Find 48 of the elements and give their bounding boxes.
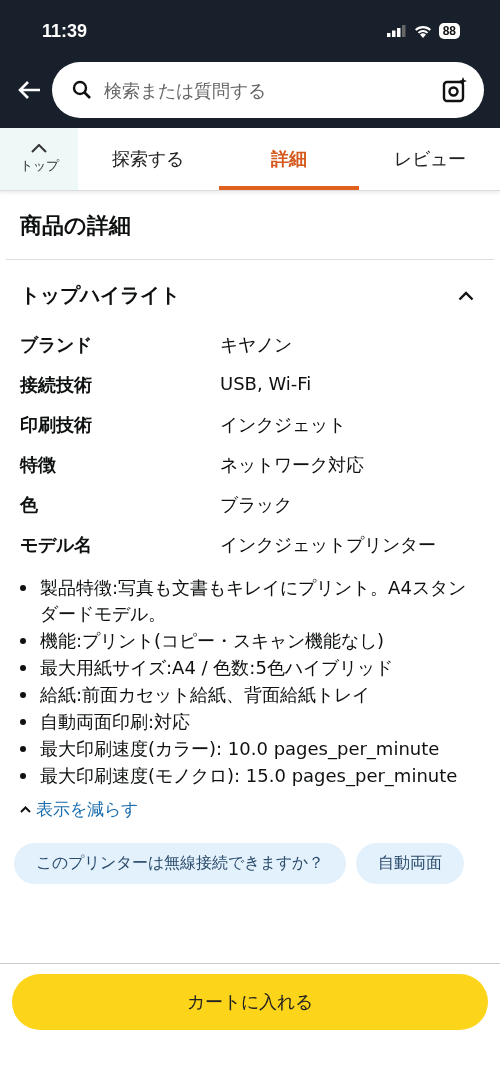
caret-up-icon[interactable] <box>458 290 474 301</box>
show-less-link[interactable]: 表示を減らす <box>20 798 138 821</box>
tab[interactable]: 詳細 <box>218 128 360 190</box>
feature-text: 最大用紙サイズ:A4 / 色数:5色ハイブリッド <box>40 656 393 680</box>
spec-name: 接続技術 <box>20 373 93 397</box>
back-to-top-button[interactable]: トップ <box>0 128 78 190</box>
bullet-icon <box>20 773 26 779</box>
spec-value: USB, Wi-Fi <box>220 373 313 396</box>
spec-name: 色 <box>20 493 39 517</box>
spec-name: 特徴 <box>20 453 57 477</box>
spec-name: 印刷技術 <box>20 413 93 437</box>
feature-text: 機能:プリント(コピー・スキャン機能なし) <box>40 629 385 653</box>
spec-value: ネットワーク対応 <box>220 453 365 477</box>
wifi-icon <box>413 24 432 38</box>
bullet-icon <box>20 665 26 671</box>
feature-text: 最大印刷速度(カラー): 10.0 pages_per_minute <box>40 737 440 762</box>
spec-name: ブランド <box>20 333 93 357</box>
spec-value: インクジェットプリンター <box>220 533 437 557</box>
question-chip[interactable]: 自動両面 <box>356 843 464 884</box>
highlights-title: トップハイライト <box>20 282 180 309</box>
spec-value: ブラック <box>220 493 293 517</box>
tab[interactable]: 探索する <box>78 128 219 190</box>
question-chip[interactable]: このプリンターは無線接続できますか？ <box>14 843 346 884</box>
feature-text: 最大印刷速度(モノクロ): 15.0 pages_per_minute <box>40 764 458 789</box>
feature-text: 自動両面印刷:対応 <box>40 710 191 734</box>
spec-value: キヤノン <box>220 333 293 357</box>
spec-value: インクジェット <box>220 413 347 437</box>
spec-name: モデル名 <box>20 533 93 557</box>
feature-text: 製品特徴:写真も文書もキレイにプリント。A4スタンダードモデル。 <box>40 576 467 626</box>
bullet-icon <box>20 692 26 698</box>
section-title: 商品の詳細 <box>19 212 132 240</box>
camera-icon[interactable] <box>442 77 468 103</box>
search-bar[interactable]: 検索または質問する <box>52 62 484 118</box>
status-time: 11:39 <box>42 20 88 42</box>
caret-up-icon <box>31 143 47 153</box>
signal-icon <box>386 25 407 37</box>
back-arrow-icon[interactable] <box>16 79 42 101</box>
caret-up-icon <box>20 806 31 813</box>
bullet-icon <box>20 585 26 591</box>
search-icon <box>72 80 92 100</box>
tab[interactable]: レビュー <box>359 128 500 190</box>
bullet-icon <box>20 719 26 725</box>
bullet-icon <box>20 746 26 752</box>
add-to-cart-button[interactable]: カートに入れる <box>12 974 488 1030</box>
search-field[interactable]: 検索または質問する <box>102 78 432 102</box>
feature-text: 給紙:前面カセット給紙、背面給紙トレイ <box>40 683 371 707</box>
battery-level: 88 <box>438 23 460 39</box>
bullet-icon <box>20 638 26 644</box>
